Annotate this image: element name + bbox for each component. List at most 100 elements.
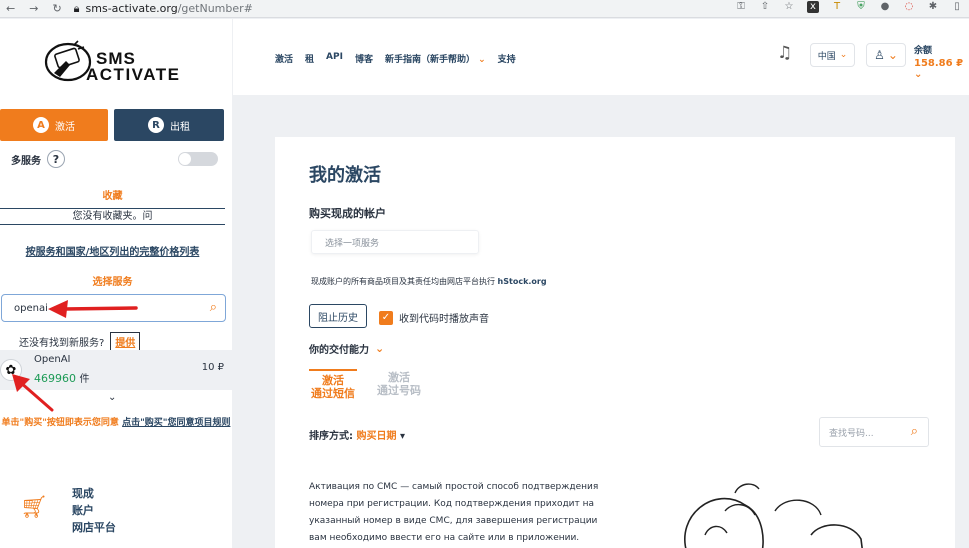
top-header: 激活 租 API 博客 新手指南（新手帮助） ⌄ 支持 ♫︎ 中国 ⌄ ♙ ⌄ … — [233, 19, 969, 95]
choose-service-title: 选择服务 — [92, 277, 133, 288]
red-arrow-to-service-icon — [12, 374, 54, 412]
favorites-title: 收藏 — [102, 191, 123, 202]
service-price: 10 ₽ — [201, 362, 224, 373]
browser-nav: ← → ↻ — [0, 2, 62, 15]
page-title: 我的激活 — [309, 165, 381, 186]
activate-button[interactable]: A 激活 — [0, 109, 108, 141]
number-search-input[interactable]: 查找号码... ⌕ — [819, 417, 929, 447]
tab-activation-sms[interactable]: 激活 通过短信 — [309, 369, 357, 400]
nav-support[interactable]: 支持 — [498, 52, 516, 65]
service-count-unit: 件 — [79, 374, 90, 385]
activate-button-label: 激活 — [55, 121, 75, 133]
extension-shield-icon[interactable]: ⛨ — [855, 1, 867, 13]
rent-icon: R — [148, 117, 164, 133]
extension-circle-icon[interactable]: ● — [879, 1, 891, 13]
nav-rent[interactable]: 租 — [305, 52, 314, 65]
chevron-down-icon: ⌄ — [914, 69, 923, 80]
sort-control[interactable]: 排序方式: 购买日期 ▾ — [309, 427, 405, 442]
reload-icon[interactable]: ↻ — [52, 2, 61, 15]
multi-service-label: 多服务 — [11, 155, 41, 167]
sidebar-panel-icon[interactable]: ▯ — [951, 1, 963, 13]
sort-label: 排序方式: — [309, 431, 353, 442]
sound-label: 收到代码时播放声音 — [399, 314, 489, 325]
balance-amount-value: 158.86 ₽ — [914, 58, 964, 69]
language-select[interactable]: 中国 ⌄ — [810, 43, 855, 67]
service-select-placeholder: 选择一项服务 — [325, 238, 380, 249]
suggest-service-link[interactable]: 提供 — [110, 332, 141, 351]
multi-service-toggle[interactable] — [178, 152, 218, 166]
activate-icon: A — [33, 117, 49, 133]
nav-api[interactable]: API — [326, 52, 343, 65]
tab-sms-line2: 通过短信 — [311, 387, 355, 400]
shop-note: 现成账户的所有商品项目及其责任均由网店平台执行 hStock.org — [311, 276, 547, 287]
tab-number-line1: 激活 — [388, 371, 410, 384]
extension-t-icon[interactable]: T — [831, 1, 843, 13]
browser-toolbar: ← → ↻ 🔒︎ sms-activate.org/getNumber# ⚿ ⇧… — [0, 0, 969, 18]
chevron-down-icon: ⌄ — [375, 342, 385, 355]
url-host: sms-activate.org — [85, 2, 178, 15]
nav-guide-label: 新手指南（新手帮助） — [384, 55, 475, 65]
ready-accounts-shop[interactable]: 🛒︎ 现成 账户 网店平台 — [20, 485, 116, 536]
balance-amount: 158.86 ₽ ⌄ — [914, 58, 969, 80]
main-card: 我的激活 购买现成的帐户 选择一项服务 现成账户的所有商品项目及其责任均由网店平… — [275, 137, 955, 548]
browser-extensions: ⚿ ⇧ ☆ x T ⛨ ● ◌ ✱ ▯ — [735, 1, 963, 13]
share-icon[interactable]: ⇧ — [759, 1, 771, 13]
chevron-down-icon: ⌄ — [839, 50, 848, 60]
tab-sms-line1: 激活 — [322, 374, 344, 387]
address-bar[interactable]: 🔒︎ sms-activate.org/getNumber# — [74, 2, 253, 16]
tab-activation-number[interactable]: 激活 通过号码 — [375, 371, 423, 397]
user-icon: ♙ — [874, 48, 885, 62]
shop-line-2: 账户 — [71, 504, 94, 517]
red-arrow-to-search-icon — [48, 300, 138, 318]
service-select[interactable]: 选择一项服务 — [311, 230, 479, 254]
mascot-illustration-icon — [684, 483, 863, 548]
user-menu[interactable]: ♙ ⌄ — [866, 43, 906, 67]
forward-icon[interactable]: → — [29, 2, 38, 15]
chevron-down-icon: ⌄ — [478, 55, 486, 65]
language-value: 中国 — [817, 51, 836, 62]
bell-icon[interactable]: ♫︎ — [777, 43, 792, 63]
star-icon[interactable]: ☆ — [783, 1, 795, 13]
service-not-found-row: 还没有找到新服务? 提供 — [19, 332, 141, 351]
terms-link[interactable]: 点击"购买"您同意项目规则 — [122, 418, 230, 428]
balance[interactable]: 余额 158.86 ₽ ⌄ — [914, 43, 969, 80]
delivery-ability-toggle[interactable]: 你的交付能力 ⌄ — [309, 341, 384, 356]
shop-line-3: 网店平台 — [71, 521, 116, 534]
sidebar: SMS ACTIVATE A 激活 R 出租 多服务 ? 收藏 您没有收藏夹。问… — [0, 19, 232, 548]
chevron-down-icon[interactable]: ⌄ — [108, 392, 116, 403]
number-search-placeholder: 查找号码... — [829, 428, 874, 439]
help-icon[interactable]: ? — [47, 150, 65, 168]
service-name: OpenAI — [34, 354, 71, 365]
chevron-down-icon: ⌄ — [887, 48, 898, 62]
checkbox-checked-icon[interactable]: ✓ — [379, 310, 393, 325]
shop-line-1: 现成 — [71, 487, 94, 500]
not-found-text: 还没有找到新服务? — [19, 338, 105, 349]
extension-swirl-icon[interactable]: ◌ — [903, 1, 915, 13]
main-nav: 激活 租 API 博客 新手指南（新手帮助） ⌄ 支持 — [275, 52, 516, 65]
key-icon[interactable]: ⚿ — [735, 1, 747, 13]
shop-text: 现成 账户 网店平台 — [72, 485, 116, 536]
nav-blog[interactable]: 博客 — [355, 52, 373, 65]
hstock-link[interactable]: hStock.org — [498, 277, 547, 286]
search-icon[interactable]: ⌕ — [911, 424, 918, 439]
nav-activate[interactable]: 激活 — [275, 52, 293, 65]
shop-cart-icon: 🛒︎ — [20, 495, 48, 520]
caret-down-icon: ▾ — [399, 431, 405, 442]
rent-button-label: 出租 — [170, 121, 190, 133]
back-icon[interactable]: ← — [6, 2, 15, 15]
sound-checkbox-row[interactable]: ✓ 收到代码时播放声音 — [379, 310, 489, 325]
extension-x-icon[interactable]: x — [807, 1, 819, 13]
tab-number-line2: 通过号码 — [377, 384, 421, 397]
search-icon[interactable]: ⌕ — [210, 300, 217, 315]
site-logo[interactable]: SMS ACTIVATE — [44, 37, 184, 87]
logo-text-bottom: ACTIVATE — [86, 65, 181, 84]
block-history-button[interactable]: 阻止历史 — [309, 304, 367, 328]
rent-button[interactable]: R 出租 — [114, 109, 224, 141]
nav-guide[interactable]: 新手指南（新手帮助） ⌄ — [385, 52, 486, 65]
buy-accounts-title: 购买现成的帐户 — [309, 207, 386, 220]
sms-activation-description: Активация по СМС — самый простой способ … — [309, 482, 599, 543]
multi-service-row: 多服务 ? — [11, 150, 65, 168]
puzzle-icon[interactable]: ✱ — [927, 1, 939, 13]
full-price-list-link[interactable]: 按服务和国家/地区列出的完整价格列表 — [0, 243, 225, 258]
lock-icon: 🔒︎ — [73, 1, 80, 15]
